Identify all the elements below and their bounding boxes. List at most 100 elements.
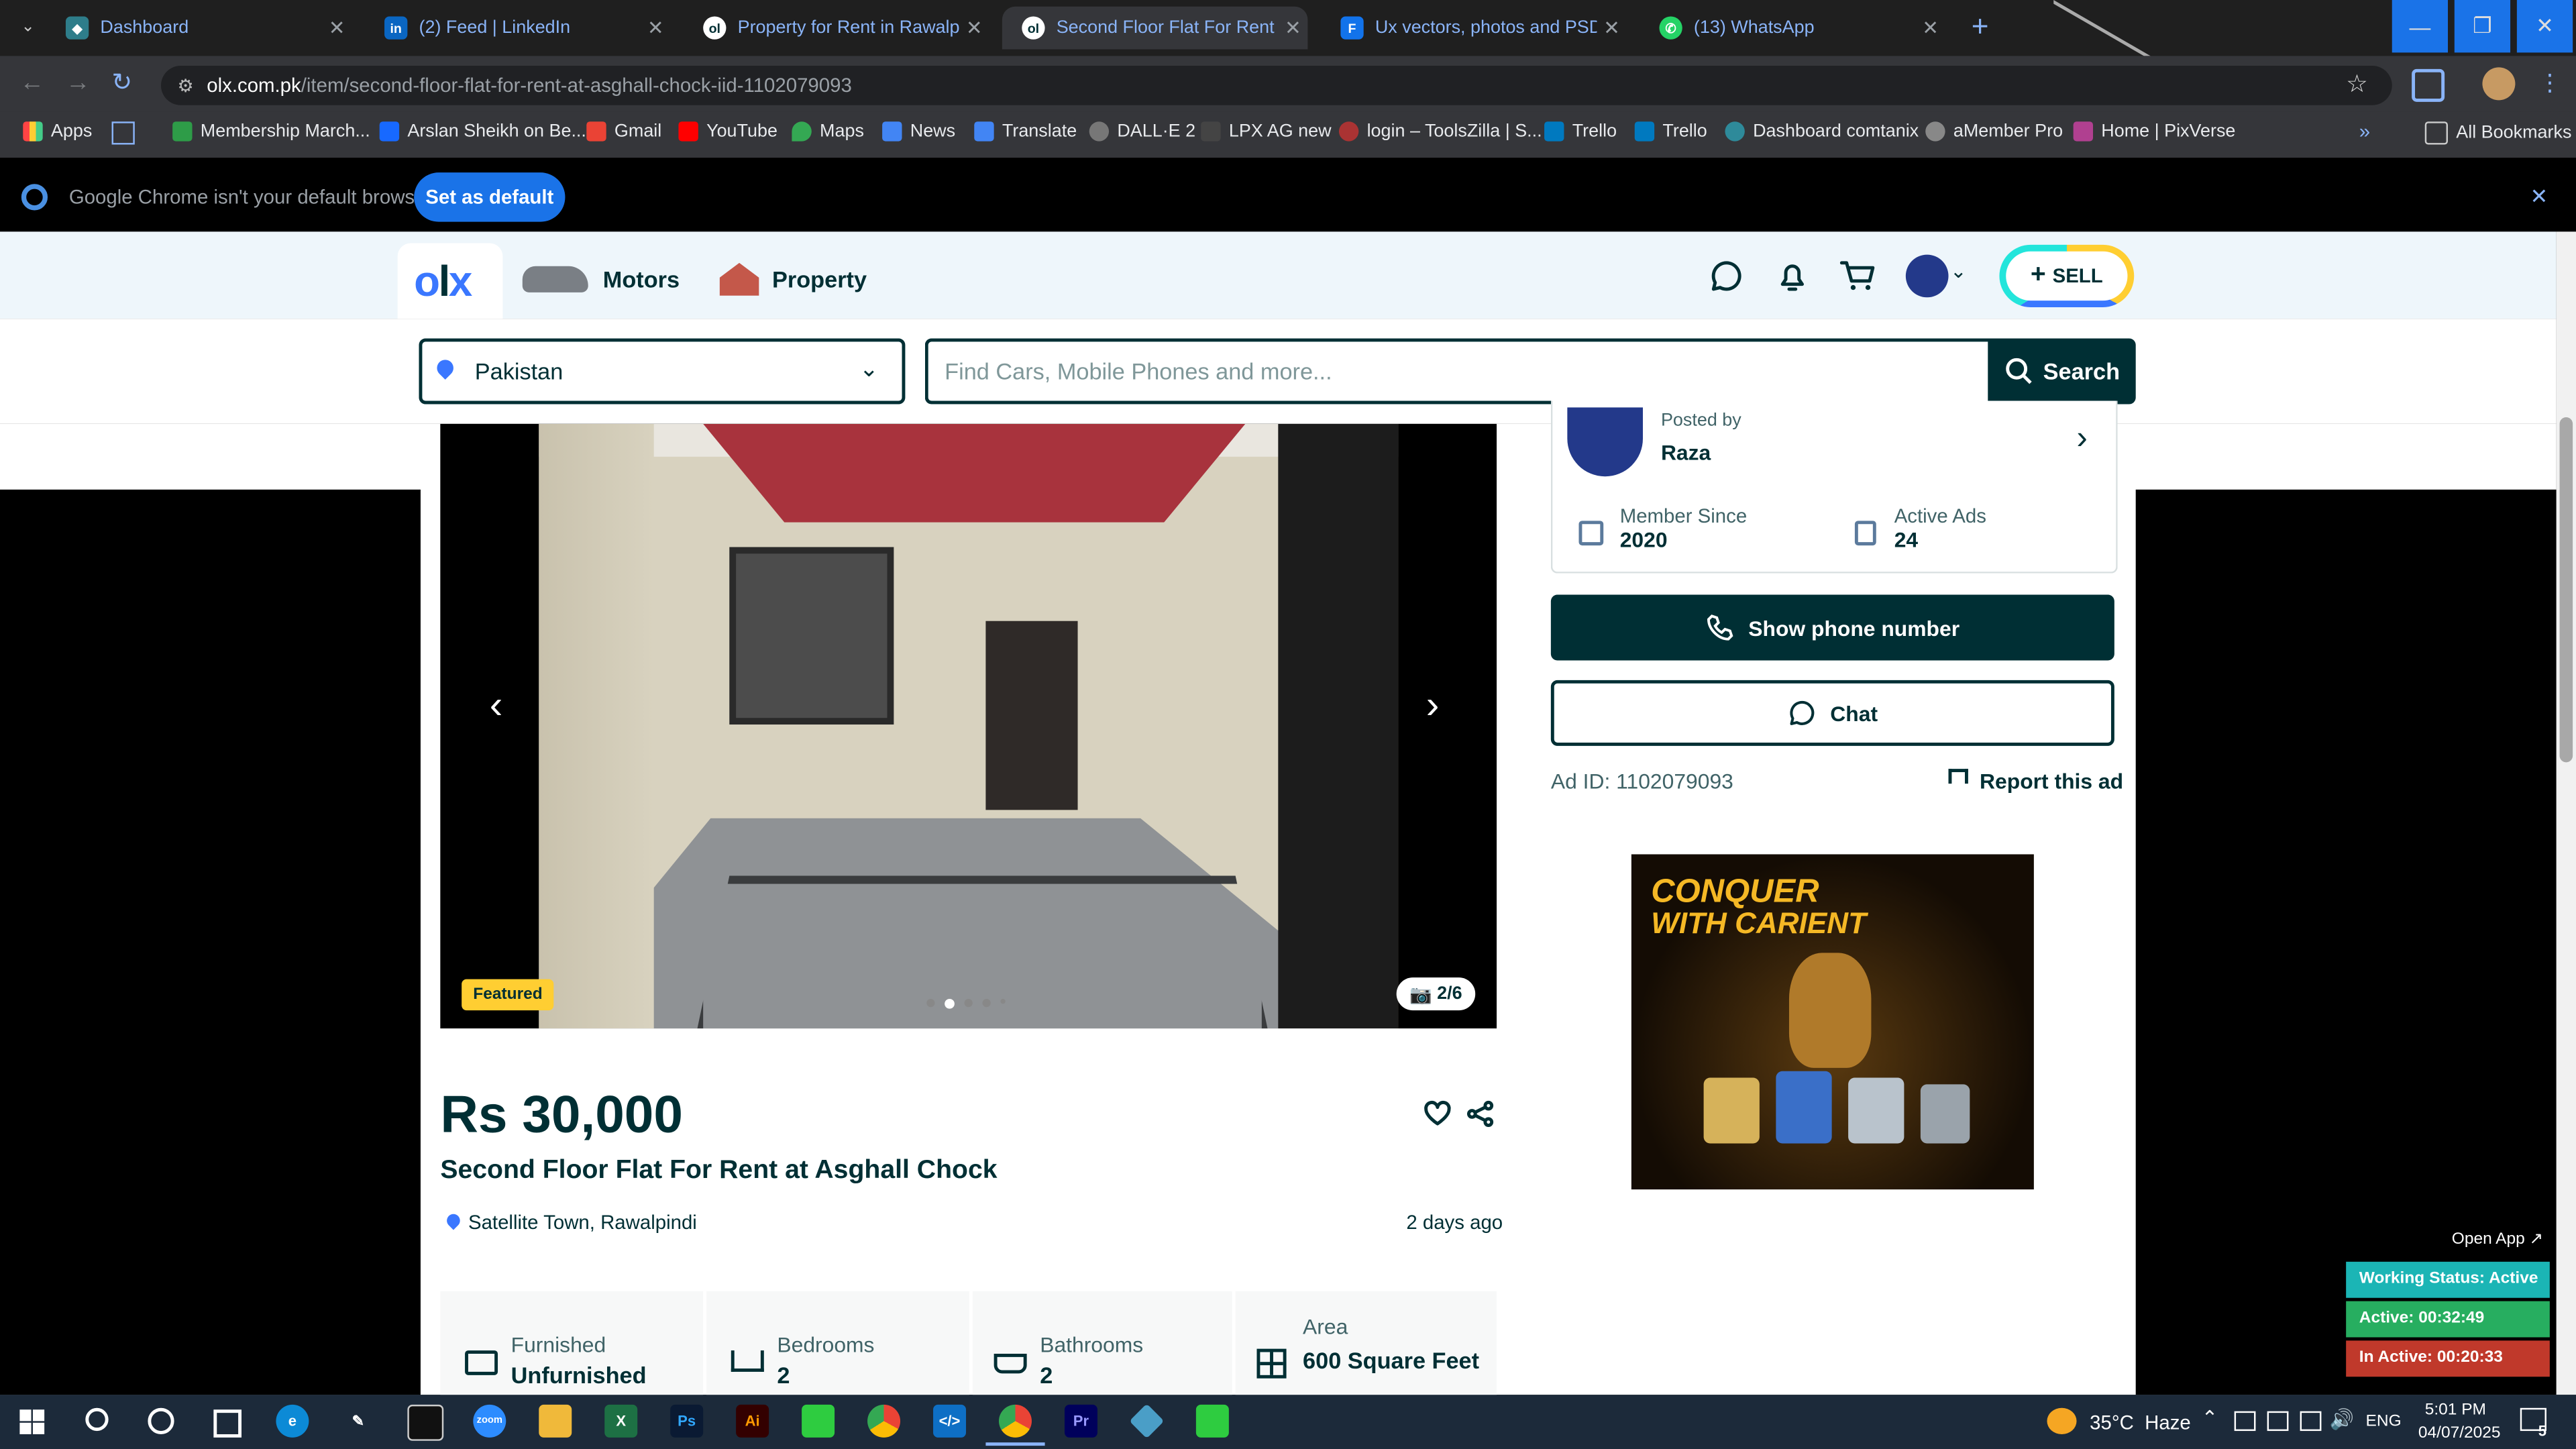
chrome-profile-icon[interactable] xyxy=(998,1404,1032,1438)
tab-search-button[interactable]: ⌄ xyxy=(13,13,43,43)
close-icon[interactable]: ✕ xyxy=(322,16,352,39)
extensions-icon[interactable] xyxy=(2412,68,2445,102)
language-indicator[interactable]: ENG xyxy=(2366,1413,2402,1431)
cortana-icon[interactable] xyxy=(148,1407,174,1434)
illustrator-icon[interactable]: Ai xyxy=(736,1404,769,1438)
bookmark-dalle[interactable]: DALL·E 2 xyxy=(1089,121,1195,142)
reload-button[interactable]: ↻ xyxy=(112,67,133,97)
restore-button[interactable]: ❐ xyxy=(2454,0,2511,53)
bookmark-behance[interactable]: Arslan Sheikh on Be... xyxy=(379,121,586,142)
weather-icon[interactable] xyxy=(2047,1407,2077,1434)
browser-menu-icon[interactable]: ⋮ xyxy=(2538,69,2561,97)
bookmark-trello-2[interactable]: Trello xyxy=(1634,121,1707,142)
bookmark-news[interactable]: News xyxy=(882,121,955,142)
search-input[interactable]: Find Cars, Mobile Phones and more... xyxy=(924,338,1990,405)
chevron-down-icon[interactable]: ⌄ xyxy=(1950,260,1967,282)
chevron-right-icon[interactable]: › xyxy=(2077,421,2088,458)
infobar-close-icon[interactable]: ✕ xyxy=(2530,184,2548,210)
bookmark-translate[interactable]: Translate xyxy=(974,121,1077,142)
profile-avatar[interactable] xyxy=(2482,67,2516,101)
green-app-icon[interactable] xyxy=(1195,1404,1229,1438)
forward-button[interactable]: → xyxy=(66,69,91,97)
bookmark-amember[interactable]: aMember Pro xyxy=(1925,121,2063,142)
green-app-icon[interactable] xyxy=(802,1404,835,1438)
nav-motors[interactable]: Motors xyxy=(603,266,680,292)
sell-button[interactable]: + SELL xyxy=(1999,244,2135,307)
heart-icon[interactable] xyxy=(1423,1099,1452,1128)
terminal-icon[interactable] xyxy=(407,1404,444,1441)
tray-chevron-up-icon[interactable]: ⌃ xyxy=(2202,1406,2218,1429)
cart-icon[interactable] xyxy=(1838,258,1878,294)
location-select[interactable]: Pakistan ⌄ xyxy=(419,338,906,405)
bookmark-star-icon[interactable]: ☆ xyxy=(2346,69,2368,99)
tab-dashboard[interactable]: ◆ Dashboard ✕ xyxy=(46,7,352,50)
close-window-button[interactable]: ✕ xyxy=(2516,0,2573,53)
photo-gallery[interactable]: ‹ › Featured 📷 2/6 xyxy=(440,423,1497,1029)
share-icon[interactable] xyxy=(1466,1099,1495,1128)
user-avatar[interactable] xyxy=(1905,254,1949,298)
search-button[interactable]: Search xyxy=(1988,338,2136,405)
set-as-default-button[interactable]: Set as default xyxy=(414,172,566,222)
tab-groups-icon[interactable] xyxy=(111,121,135,145)
minimize-button[interactable]: — xyxy=(2392,0,2449,53)
scrollbar-thumb[interactable] xyxy=(2559,417,2573,763)
nav-property[interactable]: Property xyxy=(772,266,867,292)
bookmark-gmail[interactable]: Gmail xyxy=(586,121,661,142)
chevron-right-icon[interactable]: › xyxy=(1426,684,1440,730)
tray-display-icon[interactable] xyxy=(2267,1411,2289,1432)
bookmark-lpx[interactable]: LPX AG new xyxy=(1201,121,1332,142)
tab-ux-vectors[interactable]: F Ux vectors, photos and PSD file ✕ xyxy=(1321,7,1627,50)
show-phone-button[interactable]: Show phone number xyxy=(1550,594,2114,661)
tab-olx-property[interactable]: ol Property for Rent in Rawalpindi ✕ xyxy=(684,7,989,50)
windows-start-icon[interactable] xyxy=(19,1409,45,1434)
all-bookmarks[interactable]: All Bookmarks xyxy=(2424,121,2571,145)
bookmark-membership[interactable]: Membership March... xyxy=(172,121,370,142)
chat-button[interactable]: Chat xyxy=(1550,680,2114,746)
bookmark-trello-1[interactable]: Trello xyxy=(1544,121,1617,142)
premiere-icon[interactable]: Pr xyxy=(1064,1404,1097,1438)
tray-volume-icon[interactable]: 🔊 xyxy=(2330,1408,2355,1431)
tab-olx-listing[interactable]: ol Second Floor Flat For Rent at A ✕ xyxy=(1002,6,1308,50)
bookmark-toolszilla[interactable]: login – ToolsZilla | S... xyxy=(1338,121,1542,142)
clock-time[interactable]: 5:01 PM xyxy=(2425,1401,2486,1419)
bookmarks-overflow-icon[interactable]: » xyxy=(2359,120,2370,143)
olx-logo-icon[interactable]: olx xyxy=(414,256,472,307)
chrome-icon[interactable] xyxy=(867,1404,901,1438)
clock-date[interactable]: 04/07/2025 xyxy=(2418,1424,2501,1442)
tab-linkedin[interactable]: in (2) Feed | LinkedIn ✕ xyxy=(365,7,671,50)
chevron-left-icon[interactable]: ‹ xyxy=(490,684,503,730)
back-button[interactable]: ← xyxy=(19,69,44,97)
vscode-icon[interactable]: </> xyxy=(933,1404,967,1438)
tray-network-icon[interactable] xyxy=(2300,1411,2322,1432)
tab-whatsapp[interactable]: ✆ (13) WhatsApp ✕ xyxy=(1640,7,1945,50)
close-icon[interactable]: ✕ xyxy=(1278,16,1307,39)
bell-icon[interactable] xyxy=(1774,258,1811,294)
page-scrollbar[interactable] xyxy=(2556,231,2576,1395)
edge-icon[interactable]: e xyxy=(276,1404,309,1438)
address-bar[interactable]: ⚙ olx.com.pk/item/second-floor-flat-for-… xyxy=(161,65,2392,105)
seller-name[interactable]: Raza xyxy=(1661,440,1711,465)
file-explorer-icon[interactable] xyxy=(539,1404,572,1438)
site-info-icon[interactable]: ⚙ xyxy=(177,74,193,96)
ad-banner[interactable]: CONQUER WITH CARIENT xyxy=(1631,854,2034,1190)
zoom-icon[interactable]: zoom xyxy=(473,1404,506,1438)
chat-icon[interactable] xyxy=(1709,258,1745,294)
bookmark-maps[interactable]: Maps xyxy=(792,121,864,142)
bookmark-youtube[interactable]: YouTube xyxy=(678,121,777,142)
flag-icon[interactable] xyxy=(1948,769,1968,784)
photoshop-icon[interactable]: Ps xyxy=(670,1404,704,1438)
pen-icon[interactable]: ✎ xyxy=(341,1405,374,1438)
bookmark-apps[interactable]: Apps xyxy=(23,121,92,142)
task-view-icon[interactable] xyxy=(213,1409,242,1438)
weather-text[interactable]: 35°C Haze xyxy=(2090,1411,2191,1434)
close-icon[interactable]: ✕ xyxy=(959,16,989,39)
excel-icon[interactable]: X xyxy=(604,1404,638,1438)
tray-meet-icon[interactable] xyxy=(2234,1411,2256,1432)
bookmark-pixverse[interactable]: Home | PixVerse xyxy=(2073,121,2235,142)
close-icon[interactable]: ✕ xyxy=(1916,16,1945,39)
report-ad-link[interactable]: Report this ad xyxy=(1980,769,2123,794)
close-icon[interactable]: ✕ xyxy=(641,16,670,39)
new-tab-button[interactable]: + xyxy=(1972,10,1989,44)
open-app-link[interactable]: Open App ↗ xyxy=(2346,1222,2550,1258)
search-icon[interactable] xyxy=(85,1407,109,1432)
